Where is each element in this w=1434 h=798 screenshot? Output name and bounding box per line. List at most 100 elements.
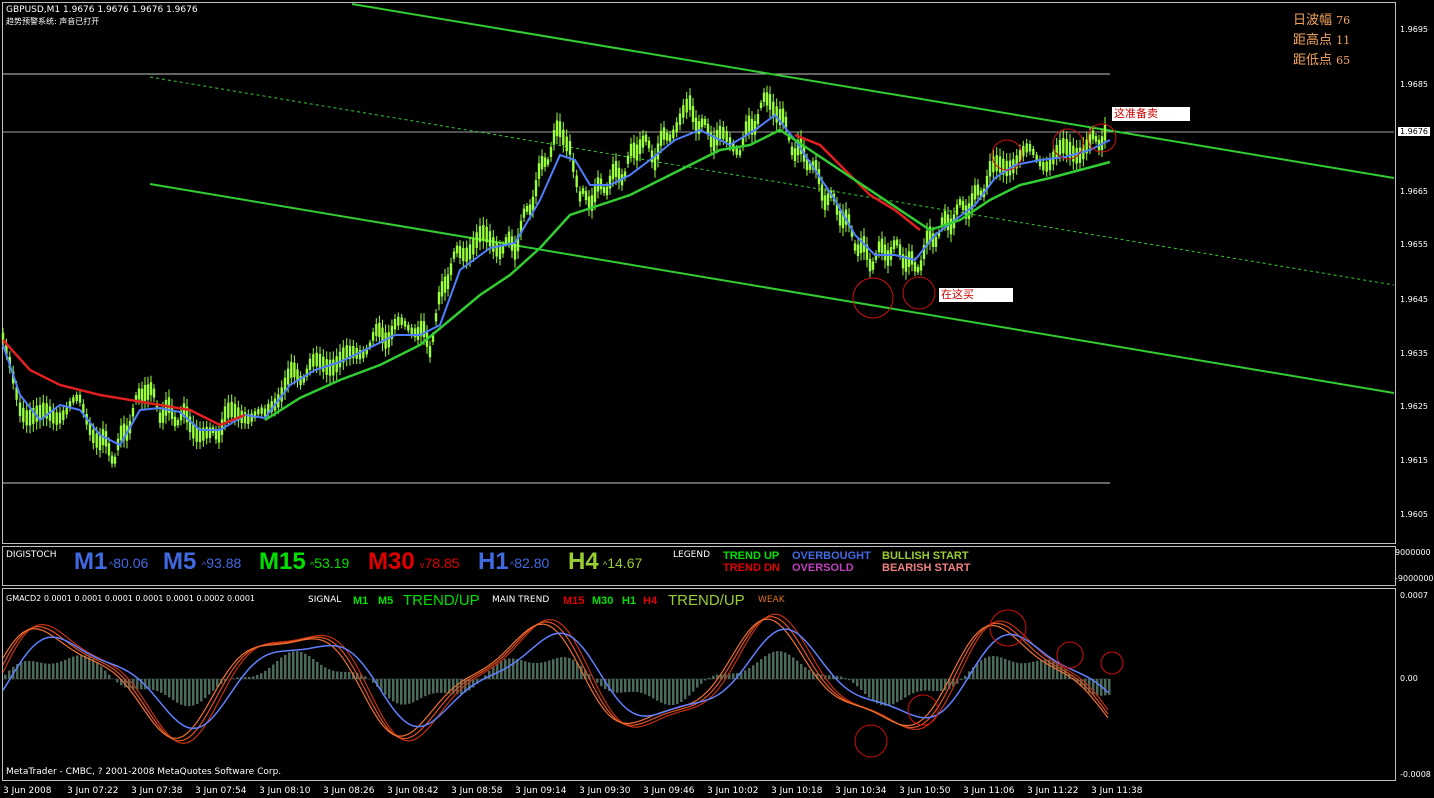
macd-histogram-bar [208,679,211,695]
price-tick: 1.9685 [1400,80,1428,89]
time-tick: 3 Jun 2008 [3,786,52,796]
gmacd-canvas[interactable] [0,0,1394,798]
macd-histogram-bar [40,662,43,679]
gmacd-weak: WEAK [758,595,785,605]
macd-histogram-bar [32,661,35,679]
price-tick: 1.9655 [1400,240,1428,249]
macd-histogram-bar [964,675,967,679]
gmacd-main-h4: H4 [643,595,658,607]
macd-histogram-bar [292,651,295,679]
macd-histogram-bar [540,662,543,679]
macd-histogram-bar [636,679,639,693]
time-tick: 3 Jun 09:30 [579,786,631,796]
gmacd-signal-m5: M5 [378,595,394,607]
price-tick: 1.9615 [1400,456,1428,465]
time-tick: 3 Jun 11:38 [1091,786,1143,796]
macd-histogram-bar [628,679,631,692]
price-axis[interactable]: 1.9695 1.9685 1.9676 1.9665 1.9655 1.964… [1397,0,1434,545]
macd-histogram-bar [364,676,367,679]
macd-histogram-bar [424,679,427,697]
macd-histogram-bar [168,679,171,698]
macd-histogram-bar [1008,660,1011,679]
macd-histogram-bar [760,659,763,679]
price-tick: 1.9695 [1400,25,1428,34]
macd-histogram-bar [96,662,99,679]
macd-histogram-bar [20,662,23,679]
macd-histogram-bar [188,679,191,707]
price-tick: 1.9665 [1400,187,1428,196]
gmacd-signal-m1: M1 [353,595,369,607]
macd-histogram-bar [260,673,263,679]
gmacd-signal-label: SIGNAL [308,595,342,605]
gmacd-main-label: MAIN TREND [492,595,550,605]
macd-histogram-bar [688,679,691,696]
macd-histogram-bar [200,679,203,702]
macd-histogram-bar [344,671,347,679]
macd-histogram-bar [744,670,747,679]
macd-histogram-bar [68,658,71,679]
macd-histogram-bar [696,679,699,688]
macd-histogram-bar [792,657,795,679]
macd-histogram-bar [692,679,695,692]
gmacd-axis-mid: 0.00 [1400,674,1418,683]
macd-histogram-bar [804,667,807,679]
macd-histogram-bar [660,679,663,703]
time-tick: 3 Jun 10:34 [835,786,887,796]
macd-histogram-bar [984,657,987,679]
gmacd-axis-top: 0.0007 [1400,591,1428,600]
price-tick: 1.9605 [1400,510,1428,519]
macd-histogram-bar [896,679,899,703]
macd-histogram-bar [620,679,623,693]
macd-histogram-bar [392,679,395,702]
macd-histogram-bar [712,675,715,679]
macd-histogram-bar [176,679,179,703]
macd-histogram-bar [1020,663,1023,679]
gmacd-axis[interactable]: 0.0007 0.00 -0.0008 [1397,588,1434,781]
time-tick: 3 Jun 08:10 [259,786,311,796]
macd-histogram-bar [900,679,903,700]
macd-histogram-bar [536,663,539,679]
macd-histogram-bar [60,661,63,679]
macd-histogram-bar [844,678,847,679]
macd-histogram-bar [1040,659,1043,679]
macd-histogram-bar [876,679,879,704]
macd-histogram-bar [548,660,551,679]
macd-histogram-bar [1096,679,1099,696]
macd-histogram-bar [912,679,915,694]
macd-histogram-bar [180,679,183,705]
macd-histogram-bar [324,667,327,679]
macd-histogram-bar [1012,661,1015,679]
macd-histogram-bar [28,660,31,679]
macd-histogram-bar [568,658,571,679]
macd-histogram-bar [872,679,875,701]
time-tick: 3 Jun 09:46 [643,786,695,796]
time-tick: 3 Jun 07:54 [195,786,247,796]
digistoch-axis[interactable]: 9000000 -9000000 [1395,546,1434,586]
macd-histogram-bar [388,679,391,699]
gmacd-main-m30: M30 [592,595,614,607]
macd-histogram-bar [764,656,767,679]
macd-histogram-bar [92,659,95,679]
macd-histogram-bar [672,679,675,706]
macd-histogram-bar [920,679,923,691]
macd-histogram-bar [932,679,935,691]
macd-histogram-bar [4,674,7,679]
macd-histogram-bar [556,658,559,679]
macd-histogram-bar [652,679,655,699]
macd-histogram-bar [756,662,759,679]
time-tick: 3 Jun 09:14 [515,786,567,796]
macd-histogram-bar [852,679,855,683]
digistoch-axis-top: 9000000 [1395,548,1431,557]
time-tick: 3 Jun 08:42 [387,786,439,796]
gmacd-main-h1: H1 [622,595,637,607]
macd-histogram-bar [296,651,299,679]
macd-histogram-bar [664,679,667,705]
macd-histogram-bar [52,663,55,679]
macd-histogram-bar [648,679,651,697]
macd-histogram-bar [960,679,963,680]
time-tick: 3 Jun 10:02 [707,786,759,796]
macd-histogram-bar [572,659,575,679]
macd-histogram-bar [48,663,51,679]
macd-histogram-bar [152,679,155,690]
macd-histogram-bar [676,679,679,705]
